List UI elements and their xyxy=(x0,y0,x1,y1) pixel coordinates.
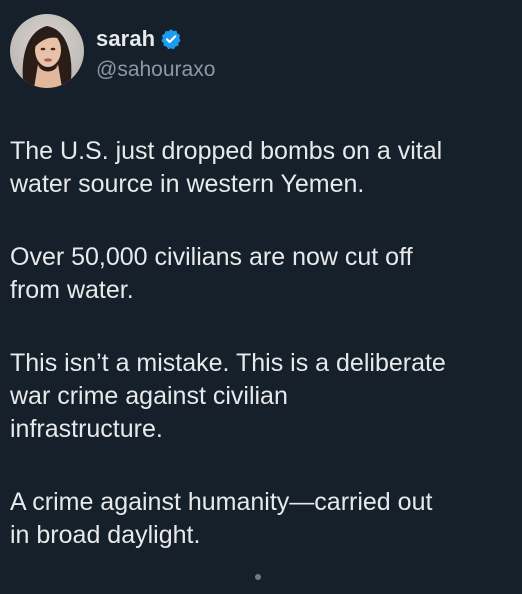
dot-indicator xyxy=(255,574,261,580)
name-row: sarah xyxy=(96,26,215,52)
tweet-paragraph: Over 50,000 civilians are now cut off fr… xyxy=(10,243,413,304)
tweet-paragraph: The U.S. just dropped bombs on a vital w… xyxy=(10,137,443,198)
avatar[interactable] xyxy=(10,14,84,88)
tweet-paragraph: A crime against humanity—carried out in … xyxy=(10,488,433,549)
user-info: sarah @sahouraxo xyxy=(96,26,215,82)
tweet-header: sarah @sahouraxo xyxy=(10,14,215,94)
tweet-text: The U.S. just dropped bombs on a vital w… xyxy=(10,135,515,592)
tweet-paragraph: This isn’t a mistake. This is a delibera… xyxy=(10,349,446,443)
display-name[interactable]: sarah xyxy=(96,26,155,52)
user-handle[interactable]: @sahouraxo xyxy=(96,58,215,82)
verified-badge-icon xyxy=(160,28,182,50)
avatar-image xyxy=(10,14,84,88)
tweet-card: sarah @sahouraxo The U.S. just dropped b… xyxy=(0,0,522,594)
